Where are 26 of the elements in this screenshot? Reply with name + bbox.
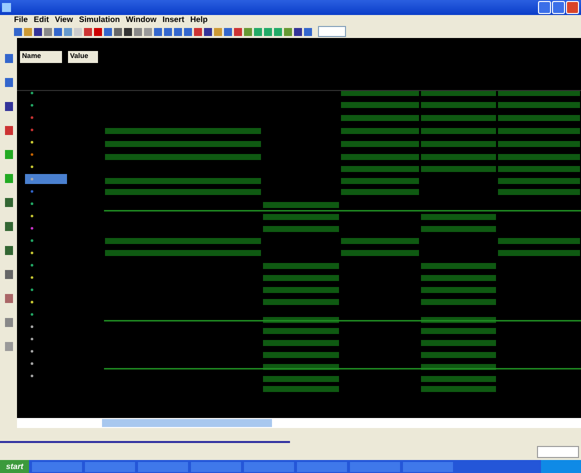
tool-icon[interactable] <box>4 78 12 87</box>
close-button[interactable] <box>566 1 579 14</box>
menu-item[interactable]: File <box>14 15 28 25</box>
maximize-button[interactable] <box>552 1 565 14</box>
menu-item[interactable]: Window <box>126 15 156 25</box>
tool-icon[interactable] <box>4 270 12 279</box>
tool-icon[interactable] <box>4 198 12 207</box>
tool-icon[interactable] <box>4 294 12 303</box>
status-field <box>537 446 579 458</box>
tool-icon[interactable] <box>4 102 12 111</box>
tool-icon[interactable] <box>4 222 12 231</box>
minimize-button[interactable] <box>538 1 551 14</box>
menu-item[interactable]: View <box>54 15 73 25</box>
system-tray <box>541 460 581 473</box>
tool-icon[interactable] <box>4 126 12 135</box>
menu-item[interactable]: Help <box>190 15 208 25</box>
scroll-thumb[interactable] <box>102 419 272 427</box>
menu-item[interactable]: Simulation <box>78 15 120 25</box>
tool-icon[interactable] <box>4 54 12 63</box>
zoom-field[interactable] <box>318 26 346 37</box>
menu-item[interactable]: Edit <box>34 15 49 25</box>
start-button[interactable]: start <box>0 460 30 473</box>
tool-icon[interactable] <box>4 246 12 255</box>
app-icon <box>2 3 11 12</box>
horizontal-scrollbar[interactable] <box>17 418 581 428</box>
menu-item[interactable]: Insert <box>162 15 184 25</box>
